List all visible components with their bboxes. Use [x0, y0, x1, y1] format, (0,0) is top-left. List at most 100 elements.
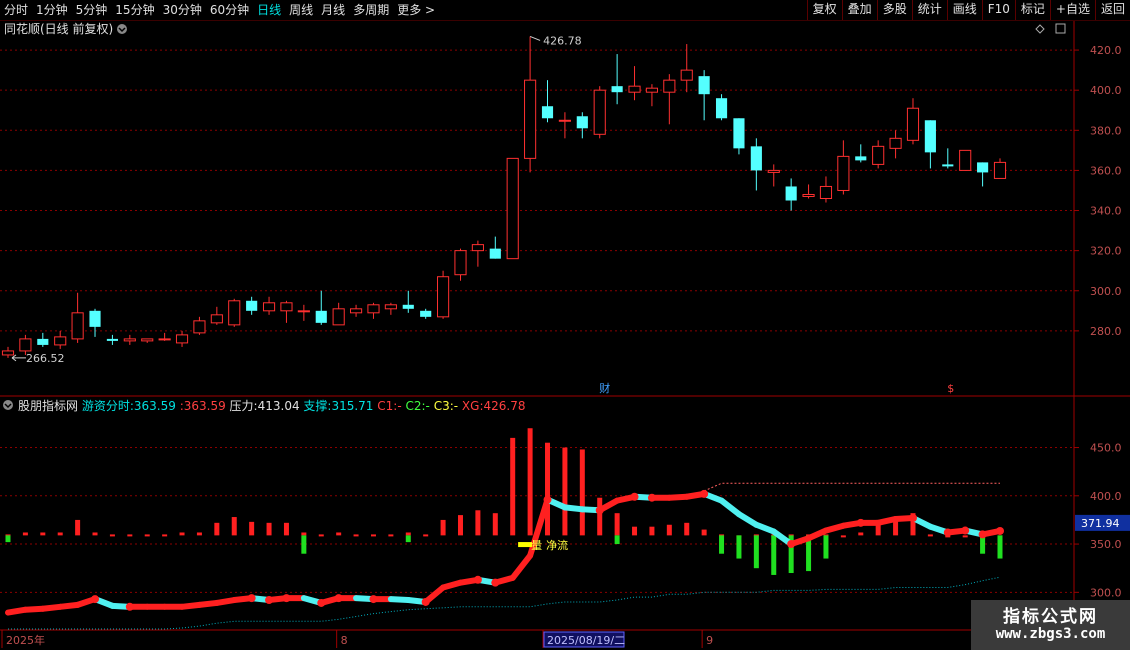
turning-point-dot: [334, 594, 343, 603]
candle-body-up: [332, 308, 345, 326]
candle-body-up: [262, 302, 276, 312]
candle-body-down: [402, 304, 414, 309]
last-value-dot: [996, 526, 1004, 535]
turning-point-dot: [543, 495, 552, 504]
watermark: 指标公式网 www.zbgs3.com: [971, 600, 1130, 650]
toolbar-button-1[interactable]: 叠加: [841, 0, 877, 20]
candle-body-down: [246, 300, 258, 311]
period-tab-0[interactable]: 分时: [0, 0, 32, 20]
diamond-icon: [1035, 24, 1045, 34]
turning-point-dot: [787, 540, 796, 549]
toolbar-button-2[interactable]: 多股: [876, 0, 912, 20]
candle-body-up: [228, 300, 241, 326]
candle-body-up: [993, 161, 1007, 179]
c1-bar: [318, 534, 324, 537]
period-tab-3[interactable]: 15分钟: [111, 0, 158, 20]
candle-body-up: [19, 338, 32, 352]
legend-label: 压力:: [230, 399, 258, 413]
toolbar-button-0[interactable]: 复权: [806, 0, 842, 20]
low-price-label: 266.52: [26, 352, 65, 365]
indicator-legend: 股朋指标网 游资分时:363.59 :363.59 压力:413.04 支撑:3…: [18, 398, 525, 413]
period-tab-7[interactable]: 周线: [285, 0, 317, 20]
candle-body-down: [89, 310, 101, 327]
legend-label: 支撑:: [303, 398, 331, 413]
c1-bar: [423, 534, 429, 537]
chevron-right-icon: >: [421, 3, 436, 17]
turning-point-dot: [317, 598, 326, 607]
c2-bar: [771, 535, 777, 575]
toolbar-button-7[interactable]: +自选: [1049, 0, 1095, 20]
legend-label: C1:: [377, 399, 397, 413]
period-tab-8[interactable]: 月线: [317, 0, 349, 20]
candle-body-down: [611, 86, 623, 93]
stock-chart[interactable]: 280.0 300.0 320.0 340.0 360.0 380.0 400.0 420.0…: [0, 21, 1130, 650]
candle-body-down: [715, 98, 728, 119]
c2-bar: [997, 535, 1003, 559]
main-tick-label: 420.0: [1090, 44, 1122, 57]
c1-bar: [92, 532, 98, 536]
c1-bar: [597, 497, 603, 536]
toolbar-button-4[interactable]: 画线: [946, 0, 982, 20]
candle-body-up: [454, 250, 467, 276]
c1-bar: [579, 449, 585, 536]
main-tick-label: 380.0: [1090, 124, 1122, 137]
candle-body-up: [367, 304, 380, 314]
legend-value: -: [426, 399, 434, 413]
period-tab-1[interactable]: 1分钟: [32, 0, 72, 20]
x-axis-label: 8: [341, 634, 348, 647]
candle-body-down: [977, 162, 989, 173]
main-tick-label: 340.0: [1090, 205, 1122, 218]
candle-body-down: [106, 338, 118, 341]
candle-body-down: [785, 186, 797, 201]
candle-body-up: [158, 338, 171, 341]
toolbar-button-5[interactable]: F10: [981, 0, 1015, 20]
candle-body-up: [297, 310, 310, 313]
period-tab-4[interactable]: 30分钟: [159, 0, 206, 20]
legend-label: XG:: [462, 399, 484, 413]
turning-point-dot: [473, 575, 482, 584]
turning-point-dot: [908, 514, 917, 522]
period-tab-6[interactable]: 日线: [253, 0, 285, 20]
c1-bar: [109, 534, 115, 537]
period-tab-2[interactable]: 5分钟: [72, 0, 112, 20]
c1-bar: [57, 532, 63, 536]
candle-body-up: [141, 338, 154, 342]
candle-body-up: [210, 314, 223, 324]
toolbar-button-8[interactable]: 返回: [1094, 0, 1130, 20]
c1-bar: [75, 519, 81, 536]
turning-point-dot: [978, 530, 987, 539]
c1-bar: [684, 522, 690, 536]
candle-body-up: [175, 334, 189, 344]
maximize-icon: [1055, 23, 1066, 34]
c1-bar: [562, 447, 568, 536]
period-tab-10[interactable]: 更多 >: [393, 0, 439, 20]
c1-bar: [405, 532, 411, 536]
main-tick-label: 320.0: [1090, 245, 1122, 258]
period-tab-5[interactable]: 60分钟: [206, 0, 253, 20]
c1-bar: [492, 513, 498, 536]
c1-bar: [962, 535, 968, 538]
toolbar-button-3[interactable]: 统计: [911, 0, 947, 20]
c1-bar: [666, 524, 672, 536]
main-panel-title: 同花顺(日线 前复权): [4, 21, 113, 36]
period-tab-9[interactable]: 多周期: [349, 0, 393, 20]
candle-body-up: [280, 302, 293, 312]
c2-bar: [753, 535, 759, 569]
indicator-tick-label: 350.0: [1090, 538, 1122, 551]
indicator-tick-label: 300.0: [1090, 586, 1122, 599]
toolbar-button-6[interactable]: 标记: [1014, 0, 1050, 20]
legend-value: -: [397, 399, 405, 413]
c1-bar: [527, 428, 533, 536]
support-line: [8, 576, 1001, 630]
signal-label: 净流: [546, 538, 568, 552]
candle-body-down: [924, 120, 936, 153]
c1-bar: [249, 521, 255, 536]
candle-body-down: [855, 156, 867, 161]
c1-bar: [545, 442, 551, 536]
legend-value: 413.04: [258, 399, 304, 413]
c1-bar: [927, 534, 933, 537]
main-tick-label: 360.0: [1090, 164, 1122, 177]
main-indicator-segment: [735, 511, 760, 528]
legend-value: 426.78: [483, 399, 525, 413]
toolbar: 分时 1分钟 5分钟 15分钟 30分钟 60分钟 日线 周线 月线 多周期 更多 > 复权 叠加 多股…: [0, 0, 1130, 21]
